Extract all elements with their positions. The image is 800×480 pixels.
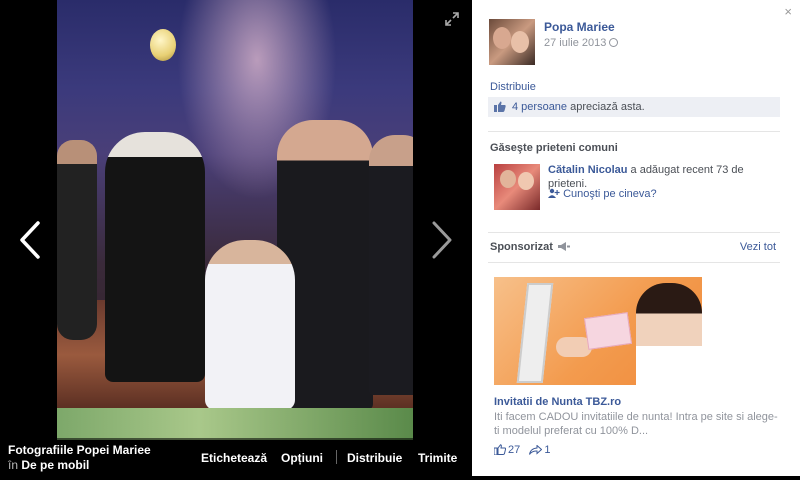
- album-source-link[interactable]: De pe mobil: [21, 458, 89, 472]
- friend-name[interactable]: Cătalin Nicolau: [548, 164, 627, 176]
- post-date-text: 27 iulie 2013: [544, 37, 607, 49]
- ad-description: Iti facem CADOU invitatiile de nunta! In…: [494, 411, 778, 437]
- mutual-friends-heading: Găseşte prieteni comuni: [490, 142, 618, 154]
- expand-icon[interactable]: [445, 12, 459, 26]
- share-button[interactable]: Distribuie: [347, 451, 402, 465]
- photo[interactable]: [57, 0, 413, 440]
- friend-activity: Cătalin Nicolau a adăugat recent 73 de p…: [548, 163, 772, 191]
- ad-share-count[interactable]: 1: [544, 444, 550, 456]
- know-someone-label: Cunoşti pe cineva?: [563, 188, 657, 200]
- ad-title[interactable]: Invitatii de Nunta TBZ.ro: [494, 396, 621, 408]
- chevron-left-icon[interactable]: [16, 220, 46, 260]
- friend-avatar[interactable]: [494, 164, 540, 210]
- divider: [488, 131, 780, 132]
- megaphone-icon: [558, 242, 571, 251]
- likes-text: 4 persoane apreciază asta.: [512, 101, 645, 113]
- likes-count-link[interactable]: 4 persoane: [512, 101, 567, 113]
- sponsored-text: Sponsorizat: [490, 241, 553, 253]
- add-friend-icon: [548, 188, 560, 198]
- photo-stage: Fotografiile Popei Mariee în De pe mobil…: [0, 0, 472, 480]
- owner-name[interactable]: Popa Mariee: [544, 20, 615, 34]
- divider: [488, 262, 780, 263]
- album-prefix: în: [8, 458, 19, 472]
- sponsored-label: Sponsorizat: [490, 241, 571, 253]
- post-date[interactable]: 27 iulie 2013: [544, 37, 619, 49]
- likes-bar: 4 persoane apreciază asta.: [488, 97, 780, 117]
- know-someone-link[interactable]: Cunoşti pe cineva?: [548, 188, 657, 200]
- info-panel: × Popa Mariee 27 iulie 2013 Distribuie 4…: [472, 0, 800, 476]
- ad-image[interactable]: [494, 277, 702, 385]
- send-button[interactable]: Trimite: [418, 451, 457, 465]
- divider: [488, 232, 780, 233]
- album-source: în De pe mobil: [8, 458, 89, 472]
- likes-suffix: apreciază asta.: [567, 101, 645, 113]
- photo-footer: Fotografiile Popei Mariee în De pe mobil…: [0, 438, 472, 480]
- globe-icon: [609, 38, 619, 47]
- close-icon[interactable]: ×: [784, 4, 792, 19]
- tag-button[interactable]: Etichetează: [201, 451, 267, 465]
- ad-engagement: 27 1: [494, 444, 550, 456]
- album-title[interactable]: Fotografiile Popei Mariee: [8, 443, 151, 457]
- share-arrow-icon[interactable]: [529, 445, 543, 455]
- avatar[interactable]: [489, 19, 535, 65]
- share-link[interactable]: Distribuie: [490, 81, 536, 93]
- footer-divider: [336, 450, 337, 464]
- ad-like-count[interactable]: 27: [508, 444, 520, 456]
- options-button[interactable]: Opțiuni: [281, 451, 323, 465]
- thumbs-up-icon: [494, 101, 506, 112]
- chevron-right-icon[interactable]: [426, 220, 456, 260]
- thumbs-up-icon[interactable]: [494, 444, 506, 455]
- see-all-link[interactable]: Vezi tot: [740, 241, 776, 253]
